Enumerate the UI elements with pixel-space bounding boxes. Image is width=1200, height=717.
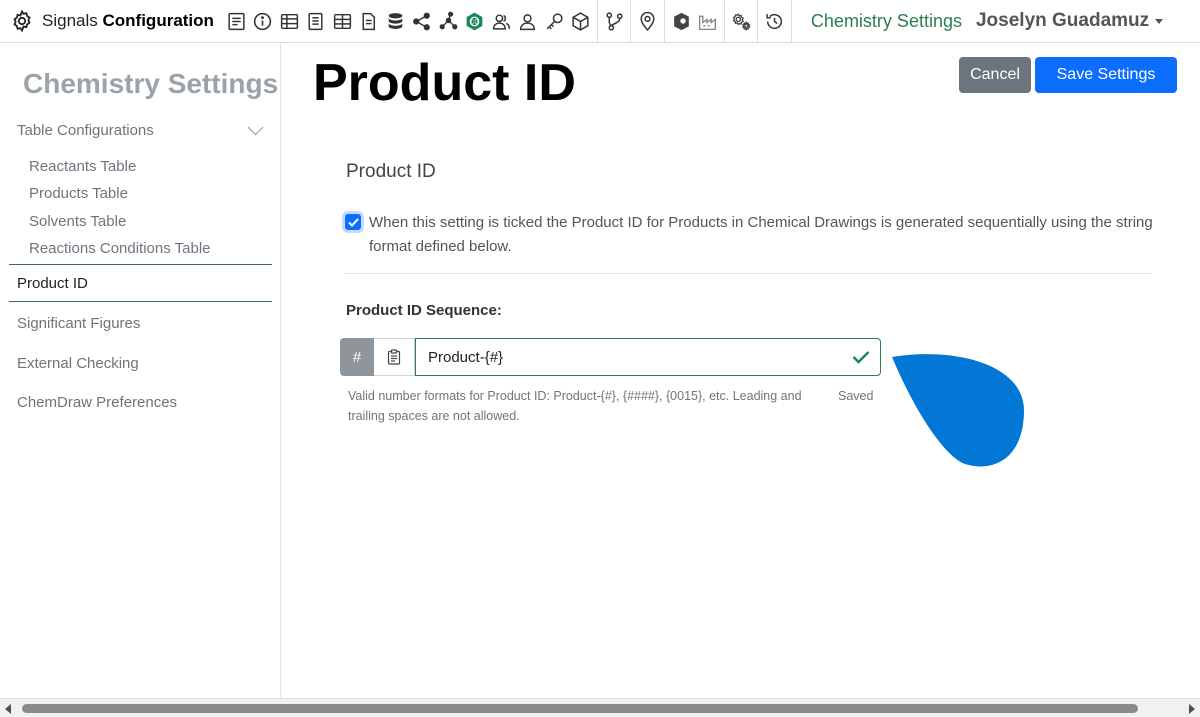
- sidebar-section-table-configurations[interactable]: Table Configurations: [17, 119, 267, 139]
- molecule-icon[interactable]: [435, 0, 462, 43]
- cube-icon[interactable]: [567, 0, 594, 43]
- help-text: Valid number formats for Product ID: Pro…: [348, 389, 802, 423]
- grid-table-icon[interactable]: [329, 0, 356, 43]
- branch-icon[interactable]: [601, 0, 628, 43]
- sidebar-item-solvents-table[interactable]: Solvents Table: [29, 213, 126, 230]
- toolbar-icons: CD: [223, 0, 795, 43]
- divider: [344, 273, 1152, 274]
- sidebar-item-products-table[interactable]: Products Table: [29, 185, 128, 202]
- sidebar-item-significant-figures[interactable]: Significant Figures: [17, 315, 140, 332]
- factory-icon[interactable]: [694, 0, 721, 43]
- app-title: Signals Configuration: [42, 11, 214, 30]
- sequential-id-setting: When this setting is ticked the Product …: [345, 211, 1155, 258]
- sequential-id-checkbox[interactable]: [345, 214, 361, 230]
- sidebar-item-external-checking[interactable]: External Checking: [17, 355, 139, 372]
- cancel-button[interactable]: Cancel: [959, 57, 1031, 93]
- toolbar-divider: [630, 0, 632, 43]
- form-icon[interactable]: [223, 0, 250, 43]
- brand[interactable]: Signals Configuration: [0, 0, 214, 43]
- user-name: Joselyn Guadamuz: [975, 10, 1150, 31]
- info-icon[interactable]: [249, 0, 276, 43]
- caret-down-icon: [1155, 18, 1164, 24]
- database-icon[interactable]: [382, 0, 409, 43]
- horizontal-scrollbar[interactable]: [0, 698, 1200, 717]
- gear-icon: [9, 8, 35, 34]
- sidebar-title: Chemistry Settings: [23, 68, 279, 99]
- scrollbar-thumb[interactable]: [22, 704, 1138, 713]
- sequence-label: Product ID Sequence:: [346, 302, 502, 319]
- chevron-down-icon: [247, 119, 264, 136]
- table-icon[interactable]: [276, 0, 303, 43]
- toolbar-divider: [790, 0, 792, 43]
- page-title: Product ID: [313, 52, 608, 112]
- scroll-left-arrow-icon[interactable]: [5, 704, 11, 714]
- checkbox-label: When this setting is ticked the Product …: [369, 214, 1153, 255]
- sidebar-section-label: Table Configurations: [17, 122, 154, 139]
- save-settings-button[interactable]: Save Settings: [1035, 57, 1177, 93]
- valid-check-icon: [852, 351, 870, 364]
- scroll-right-arrow-icon[interactable]: [1189, 704, 1195, 714]
- sequence-input[interactable]: Product-{#}: [415, 338, 881, 376]
- file-icon[interactable]: [355, 0, 382, 43]
- svg-text:CD: CD: [471, 19, 479, 25]
- sidebar: Chemistry Settings Table Configurations …: [0, 44, 281, 698]
- sidebar-item-chemdraw-preferences[interactable]: ChemDraw Preferences: [17, 394, 177, 411]
- sequence-input-group: # Product-{#}: [340, 338, 881, 376]
- key-icon[interactable]: [541, 0, 568, 43]
- section-heading: Product ID: [346, 161, 436, 182]
- user-icon[interactable]: [514, 0, 541, 43]
- clipboard-button[interactable]: [374, 338, 415, 376]
- location-pin-icon[interactable]: [634, 0, 661, 43]
- saved-status: Saved: [838, 389, 874, 403]
- settings-gears-icon[interactable]: [728, 0, 755, 43]
- history-icon[interactable]: [761, 0, 788, 43]
- toolbar-divider: [757, 0, 759, 43]
- cursor-blob: [892, 354, 1025, 467]
- section-title-link[interactable]: Chemistry Settings: [811, 11, 962, 32]
- hash-addon: #: [340, 338, 374, 376]
- sidebar-item-reactions-conditions-table[interactable]: Reactions Conditions Table: [29, 240, 211, 257]
- sidebar-item-reactants-table[interactable]: Reactants Table: [29, 158, 136, 175]
- toolbar-divider: [663, 0, 665, 43]
- document-table-icon[interactable]: [302, 0, 329, 43]
- group-icon[interactable]: [488, 0, 515, 43]
- toolbar-divider: [596, 0, 598, 43]
- sequence-input-value: Product-{#}: [428, 348, 504, 366]
- clipboard-icon: [387, 349, 401, 365]
- shield-icon[interactable]: [668, 0, 695, 43]
- chemdraw-icon[interactable]: CD: [461, 0, 488, 43]
- user-menu[interactable]: Joselyn Guadamuz: [975, 10, 1164, 32]
- toolbar-divider: [723, 0, 725, 43]
- sidebar-item-product-id[interactable]: Product ID: [9, 264, 272, 302]
- share-icon[interactable]: [408, 0, 435, 43]
- top-navbar: Signals Configuration CD Chemistry Setti…: [0, 0, 1200, 43]
- check-icon: [347, 217, 359, 227]
- main-content: Product ID Cancel Save Settings Product …: [298, 44, 1200, 698]
